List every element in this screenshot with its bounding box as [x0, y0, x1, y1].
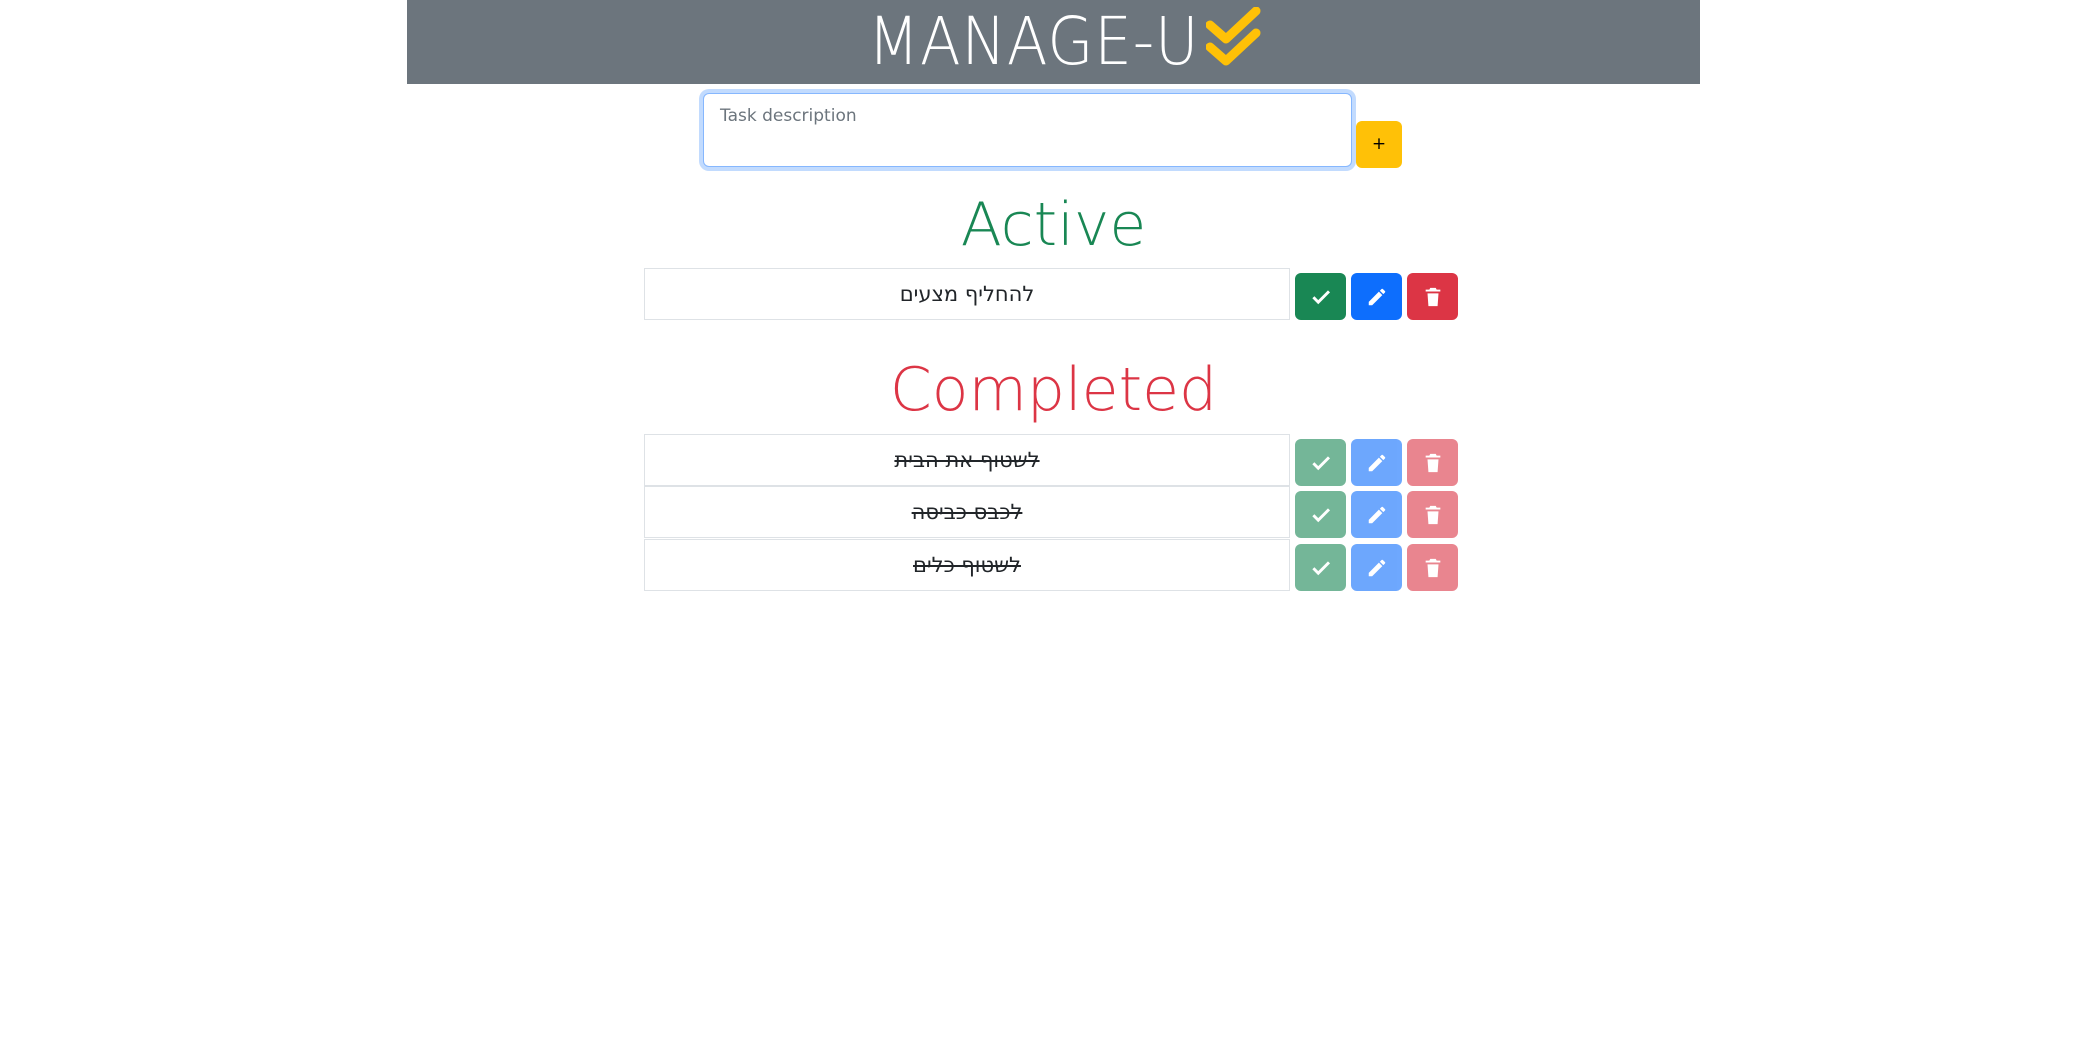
edit-button[interactable]: [1351, 544, 1402, 591]
pencil-icon: [1368, 288, 1385, 305]
task-text[interactable]: לשטוף את הבית: [644, 434, 1290, 486]
check-icon: [1311, 289, 1330, 304]
pencil-icon: [1368, 559, 1385, 576]
task-text[interactable]: להחליף מצעים: [644, 268, 1290, 320]
trash-icon: [1425, 453, 1440, 472]
delete-button[interactable]: [1407, 273, 1458, 320]
check-icon: [1311, 560, 1330, 575]
delete-button[interactable]: [1407, 491, 1458, 538]
task-row-completed: לכבס כביסה: [644, 486, 1458, 538]
double-check-icon: [1205, 7, 1261, 66]
task-description-input[interactable]: [703, 93, 1352, 167]
app-title: MANAGE-U: [868, 3, 1200, 80]
trash-icon: [1425, 505, 1440, 524]
app-header: MANAGE-U: [407, 0, 1700, 84]
delete-button[interactable]: [1407, 544, 1458, 591]
completed-heading: Completed: [889, 355, 1218, 425]
delete-button[interactable]: [1407, 439, 1458, 486]
complete-button[interactable]: [1295, 439, 1346, 486]
check-icon: [1311, 455, 1330, 470]
active-heading: Active: [960, 190, 1147, 260]
complete-button[interactable]: [1295, 544, 1346, 591]
edit-button[interactable]: [1351, 491, 1402, 538]
edit-button[interactable]: [1351, 273, 1402, 320]
edit-button[interactable]: [1351, 439, 1402, 486]
pencil-icon: [1368, 454, 1385, 471]
task-text[interactable]: לכבס כביסה: [644, 486, 1290, 538]
task-row-completed: לשטוף את הבית: [644, 434, 1458, 486]
task-row-active: להחליף מצעים: [644, 268, 1458, 320]
task-row-completed: לשטוף כלים: [644, 539, 1458, 591]
check-icon: [1311, 507, 1330, 522]
trash-icon: [1425, 287, 1440, 306]
complete-button[interactable]: [1295, 273, 1346, 320]
pencil-icon: [1368, 506, 1385, 523]
trash-icon: [1425, 558, 1440, 577]
complete-button[interactable]: [1295, 491, 1346, 538]
task-text[interactable]: לשטוף כלים: [644, 539, 1290, 591]
add-task-button[interactable]: +: [1356, 121, 1402, 168]
